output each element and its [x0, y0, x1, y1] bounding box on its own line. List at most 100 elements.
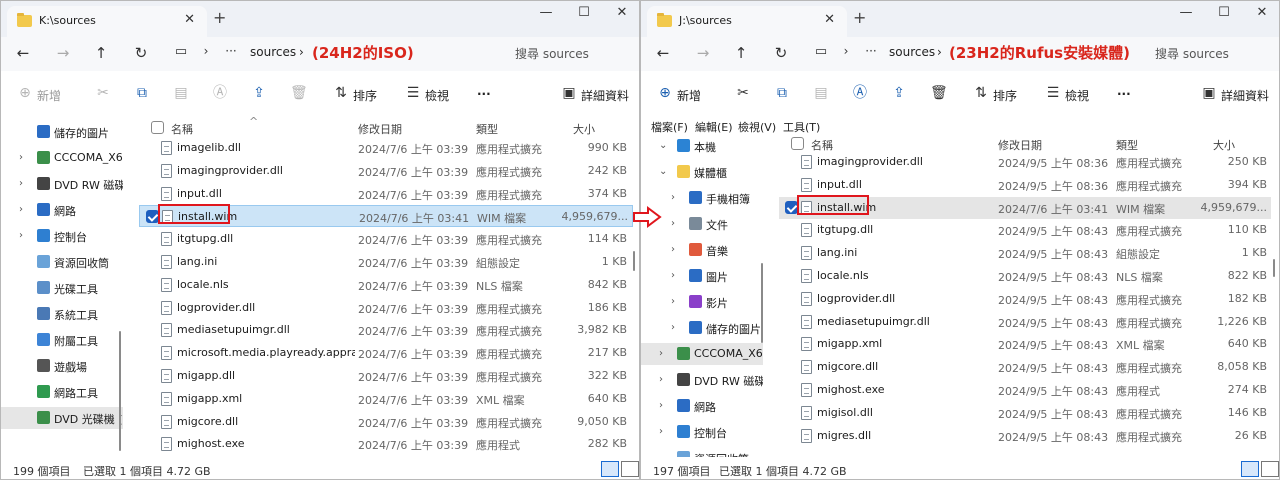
- chevron-right-icon[interactable]: ›: [671, 192, 675, 203]
- more-button[interactable]: ···: [1117, 87, 1131, 101]
- view-button[interactable]: 檢視: [1065, 87, 1089, 104]
- nav-item[interactable]: › 控制台: [641, 421, 763, 443]
- nav-item[interactable]: › 網路: [1, 199, 123, 221]
- file-row[interactable]: imagingprovider.dll 2024/7/6 上午 03:39 應用程式…: [139, 160, 633, 182]
- file-row[interactable]: imagingprovider.dll 2024/9/5 上午 08:36 應用程式…: [779, 151, 1271, 173]
- select-all-checkbox[interactable]: [151, 121, 164, 134]
- file-row[interactable]: lang.ini 2024/7/6 上午 03:39 組態設定 1 KB: [139, 251, 633, 273]
- details-view-button[interactable]: [1241, 461, 1259, 477]
- details-button[interactable]: 詳細資料: [1221, 87, 1269, 104]
- chevron-right-icon[interactable]: ›: [659, 400, 663, 411]
- nav-scrollbar[interactable]: [761, 263, 763, 343]
- rename-icon[interactable]: Ⓐ: [852, 85, 868, 101]
- ellipsis-breadcrumb-button[interactable]: ···: [219, 44, 243, 58]
- sort-button[interactable]: 排序: [353, 87, 377, 104]
- back-button[interactable]: ←: [11, 44, 35, 62]
- file-row[interactable]: mighost.exe 2024/9/5 上午 08:43 應用程式 274 KB: [779, 379, 1271, 401]
- chevron-right-icon[interactable]: ›: [671, 244, 675, 255]
- nav-item[interactable]: › 控制台: [1, 225, 123, 247]
- search-input[interactable]: 搜尋 sources: [515, 45, 589, 62]
- more-button[interactable]: ···: [477, 87, 491, 101]
- chevron-right-icon[interactable]: ›: [671, 218, 675, 229]
- this-pc-icon[interactable]: ▭: [169, 44, 193, 59]
- file-row[interactable]: itgtupg.dll 2024/7/6 上午 03:39 應用程式擴充 114 KB: [139, 228, 633, 250]
- search-input[interactable]: 搜尋 sources: [1155, 45, 1229, 62]
- delete-icon[interactable]: 🗑: [930, 85, 948, 101]
- chevron-right-icon[interactable]: ›: [659, 374, 663, 385]
- cut-icon[interactable]: ✂: [735, 85, 751, 101]
- nav-scrollbar[interactable]: [119, 331, 121, 451]
- close-window-button[interactable]: ✕: [1247, 5, 1277, 20]
- file-scrollbar[interactable]: [1273, 259, 1275, 277]
- copy-icon[interactable]: ⧉: [134, 85, 150, 101]
- nav-item[interactable]: 資源回收筒: [641, 447, 763, 457]
- column-type[interactable]: 類型: [476, 121, 498, 137]
- file-row[interactable]: migcore.dll 2024/9/5 上午 08:43 應用程式擴充 8,058 …: [779, 356, 1271, 378]
- this-pc-icon[interactable]: ▭: [809, 44, 833, 59]
- chevron-right-icon[interactable]: ›: [19, 204, 23, 215]
- new-button[interactable]: 新增: [677, 87, 701, 104]
- nav-item[interactable]: 儲存的圖片: [1, 121, 123, 143]
- refresh-button[interactable]: ↻: [769, 44, 793, 62]
- copy-icon[interactable]: ⧉: [774, 85, 790, 101]
- close-tab-icon[interactable]: ✕: [184, 12, 195, 27]
- sort-icon[interactable]: ⇅: [973, 85, 989, 101]
- chevron-right-icon[interactable]: ›: [671, 270, 675, 281]
- file-row[interactable]: install.wim 2024/7/6 上午 03:41 WIM 檔案 4,959,…: [139, 204, 633, 228]
- nav-item[interactable]: › DVD RW 磁碟: [641, 369, 763, 391]
- file-row[interactable]: locale.nls 2024/9/5 上午 08:43 NLS 檔案 822 KB: [779, 265, 1271, 287]
- chevron-right-icon[interactable]: ›: [659, 426, 663, 437]
- forward-button[interactable]: →: [51, 44, 75, 62]
- file-row[interactable]: migapp.xml 2024/9/5 上午 08:43 XML 檔案 640 KB: [779, 333, 1271, 355]
- chevron-down-icon[interactable]: ⌄: [659, 166, 667, 177]
- share-icon[interactable]: ⇪: [891, 85, 907, 101]
- nav-item[interactable]: 光碟工具: [1, 277, 123, 299]
- chevron-right-icon[interactable]: ›: [19, 178, 23, 189]
- back-button[interactable]: ←: [651, 44, 675, 62]
- file-row[interactable]: migapp.dll 2024/7/6 上午 03:39 應用程式擴充 322 KB: [139, 365, 633, 387]
- file-row[interactable]: imagelib.dll 2024/7/6 上午 03:39 應用程式擴充 990 K…: [139, 137, 633, 159]
- paste-icon[interactable]: ▤: [173, 85, 189, 101]
- details-view-button[interactable]: [601, 461, 619, 477]
- tab-j-sources[interactable]: J:\sources ✕: [647, 6, 847, 37]
- view-icon[interactable]: ☰: [405, 85, 421, 101]
- new-icon[interactable]: ⊕: [657, 85, 673, 101]
- nav-item[interactable]: › CCCOMA_X64: [641, 343, 763, 365]
- details-icon[interactable]: ▣: [1201, 85, 1217, 101]
- nav-item[interactable]: › 影片: [641, 291, 763, 313]
- details-icon[interactable]: ▣: [561, 85, 577, 101]
- nav-item[interactable]: ⌄ 本機: [641, 135, 763, 157]
- nav-item[interactable]: 資源回收筒: [1, 251, 123, 273]
- refresh-button[interactable]: ↻: [129, 44, 153, 62]
- chevron-down-icon[interactable]: ⌄: [659, 140, 667, 151]
- file-row[interactable]: locale.nls 2024/7/6 上午 03:39 NLS 檔案 842 KB: [139, 274, 633, 296]
- breadcrumb-sources[interactable]: sources: [889, 45, 935, 59]
- view-icon[interactable]: ☰: [1045, 85, 1061, 101]
- nav-item[interactable]: › 網路: [641, 395, 763, 417]
- file-row[interactable]: lang.ini 2024/9/5 上午 08:43 組態設定 1 KB: [779, 242, 1271, 264]
- file-row[interactable]: mediasetupuimgr.dll 2024/9/5 上午 08:43 應用程式…: [779, 311, 1271, 333]
- file-row[interactable]: mediasetupuimgr.dll 2024/7/6 上午 03:39 應用程式…: [139, 319, 633, 341]
- chevron-right-icon[interactable]: ›: [19, 230, 23, 241]
- close-window-button[interactable]: ✕: [607, 5, 637, 20]
- file-scrollbar[interactable]: [633, 251, 635, 271]
- new-tab-button[interactable]: +: [213, 8, 226, 27]
- file-row[interactable]: input.dll 2024/7/6 上午 03:39 應用程式擴充 374 KB: [139, 183, 633, 205]
- breadcrumb-sources[interactable]: sources: [250, 45, 296, 59]
- tab-k-sources[interactable]: K:\sources ✕: [7, 6, 207, 37]
- tiles-view-button[interactable]: [1261, 461, 1279, 477]
- column-name[interactable]: 名稱: [171, 121, 193, 137]
- file-row[interactable]: logprovider.dll 2024/7/6 上午 03:39 應用程式擴充 18…: [139, 297, 633, 319]
- sort-icon[interactable]: ⇅: [333, 85, 349, 101]
- file-row[interactable]: migisol.dll 2024/9/5 上午 08:43 應用程式擴充 146 KB: [779, 402, 1271, 424]
- nav-item[interactable]: 系統工具: [1, 303, 123, 325]
- file-row[interactable]: microsoft.media.playready.apprais...2024…: [139, 342, 633, 364]
- nav-item[interactable]: 附屬工具: [1, 329, 123, 351]
- maximize-button[interactable]: ☐: [569, 5, 599, 20]
- nav-item[interactable]: › DVD RW 磁碟: [1, 173, 123, 195]
- ellipsis-breadcrumb-button[interactable]: ···: [859, 44, 883, 58]
- chevron-right-icon[interactable]: ›: [19, 152, 23, 163]
- minimize-button[interactable]: —: [1171, 5, 1201, 20]
- new-tab-button[interactable]: +: [853, 8, 866, 27]
- cut-icon[interactable]: ✂: [95, 85, 111, 101]
